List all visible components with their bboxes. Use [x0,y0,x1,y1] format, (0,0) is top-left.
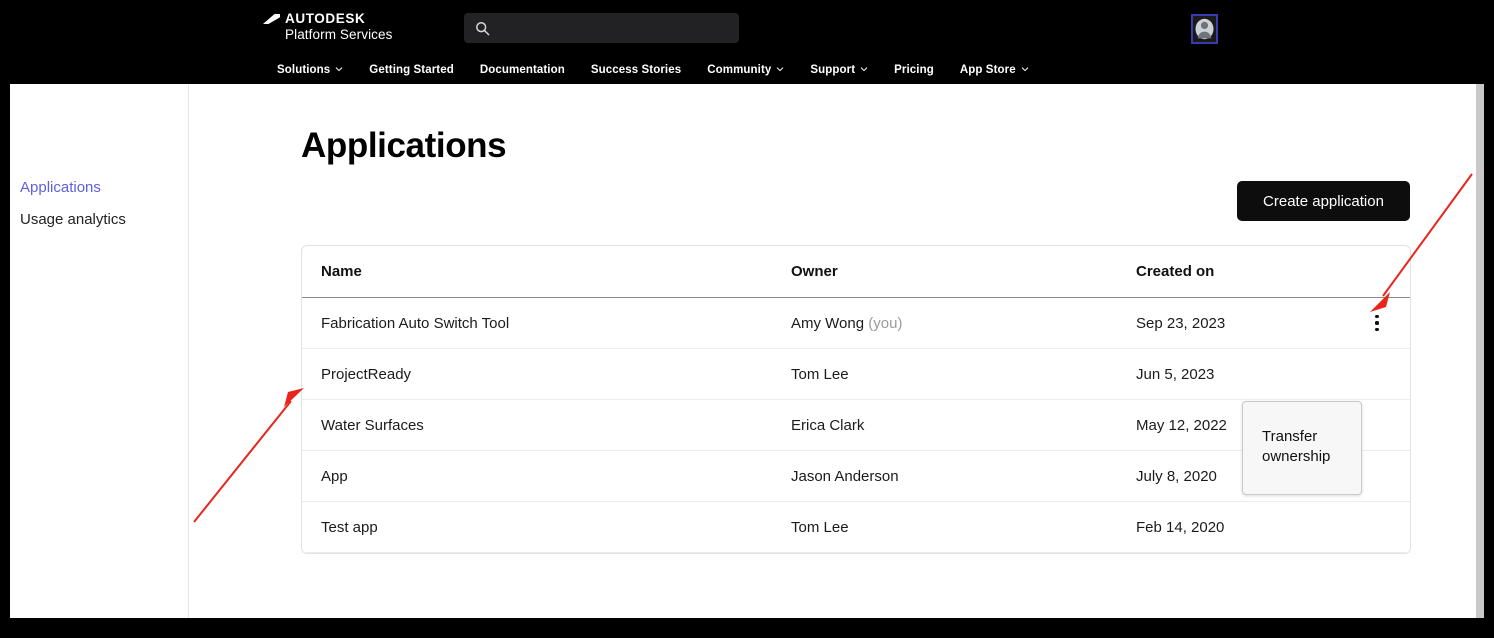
sidebar: Applications Usage analytics [10,84,189,618]
table-header-row: Name Owner Created on [302,246,1410,298]
owner-name: Amy Wong [791,314,865,332]
brand-name: AUTODESK [285,11,366,26]
nav-item-community[interactable]: Community [707,64,784,76]
chevron-down-icon [1021,65,1029,73]
nav-label: Solutions [277,64,331,76]
column-header-created-on: Created on [1136,263,1215,280]
owner-name: Tom Lee [791,365,849,383]
cell-owner: Erica Clark [791,417,1136,434]
nav-item-solutions[interactable]: Solutions [277,64,343,76]
owner-name: Erica Clark [791,416,865,434]
site-header: AUTODESK Platform Services [0,0,1494,56]
applications-table: Name Owner Created on Fabrication Auto S… [301,245,1411,554]
window-bottom-bar [0,618,1494,638]
nav-item-pricing[interactable]: Pricing [894,64,934,76]
row-actions-menu-icon[interactable] [1367,312,1387,334]
sidebar-item-label: Applications [20,179,101,196]
menu-item-transfer-ownership[interactable]: Transfer ownership [1262,427,1352,468]
owner-name: Jason Anderson [791,467,899,485]
cell-created-on: Jun 5, 2023 [1136,365,1215,383]
column-header-owner: Owner [791,263,838,280]
page-scrollbar[interactable] [1476,84,1484,618]
main-navigation: Solutions Getting Started Documentation … [0,56,1494,84]
cell-created-on: Sep 23, 2023 [1136,314,1226,332]
search-icon [475,21,490,36]
nav-label: Getting Started [369,64,454,76]
page-title: Applications [301,126,507,165]
cell-name: Water Surfaces [321,416,424,434]
user-avatar-icon [1194,17,1215,41]
autodesk-logo-icon [263,14,280,25]
cell-owner: Tom Lee [791,366,1136,383]
search-input[interactable] [490,13,739,43]
cell-name: Fabrication Auto Switch Tool [321,314,510,332]
owner-name: Tom Lee [791,518,849,536]
brand-subtitle: Platform Services [285,26,393,42]
table-row[interactable]: Fabrication Auto Switch Tool Amy Wong (y… [302,298,1410,349]
sidebar-item-usage-analytics[interactable]: Usage analytics [20,211,126,228]
cell-name: ProjectReady [321,365,412,383]
chevron-down-icon [860,65,868,73]
nav-item-support[interactable]: Support [810,64,868,76]
cell-name: App [321,467,348,485]
row-actions-dropdown: Transfer ownership [1242,401,1362,495]
cell-owner: Jason Anderson [791,468,1136,485]
table-row[interactable]: Test app Tom Lee Feb 14, 2020 [302,502,1410,553]
page-body: Applications Usage analytics Application… [10,84,1484,618]
nav-label: Success Stories [590,64,682,76]
cell-name: Test app [321,518,378,536]
cell-owner: Tom Lee [791,519,1136,536]
sidebar-item-label: Usage analytics [20,211,126,228]
browser-frame: AUTODESK Platform Services Solutions Get… [0,0,1494,638]
nav-item-success-stories[interactable]: Success Stories [591,64,681,76]
column-header-name: Name [321,263,362,280]
owner-you-badge: (you) [868,314,903,332]
avatar[interactable] [1191,14,1218,44]
nav-label: App Store [959,64,1016,76]
chevron-down-icon [335,65,343,73]
cell-created-on: Feb 14, 2020 [1136,518,1225,536]
main-content: Applications Create application Name Own… [190,84,1484,618]
nav-label: Pricing [894,64,934,76]
nav-item-documentation[interactable]: Documentation [480,64,565,76]
chevron-down-icon [776,65,784,73]
nav-label: Documentation [479,64,565,76]
cell-actions [1336,312,1410,334]
sidebar-item-applications[interactable]: Applications [20,179,101,196]
nav-item-app-store[interactable]: App Store [960,64,1029,76]
nav-label: Support [810,64,856,76]
create-application-button[interactable]: Create application [1237,181,1410,221]
cell-owner: Amy Wong (you) [791,315,1136,332]
nav-label: Community [707,64,772,76]
autodesk-platform-services-logo[interactable]: AUTODESK Platform Services [263,11,393,42]
nav-item-getting-started[interactable]: Getting Started [369,64,454,76]
table-row[interactable]: ProjectReady Tom Lee Jun 5, 2023 [302,349,1410,400]
search-box[interactable] [464,13,739,43]
